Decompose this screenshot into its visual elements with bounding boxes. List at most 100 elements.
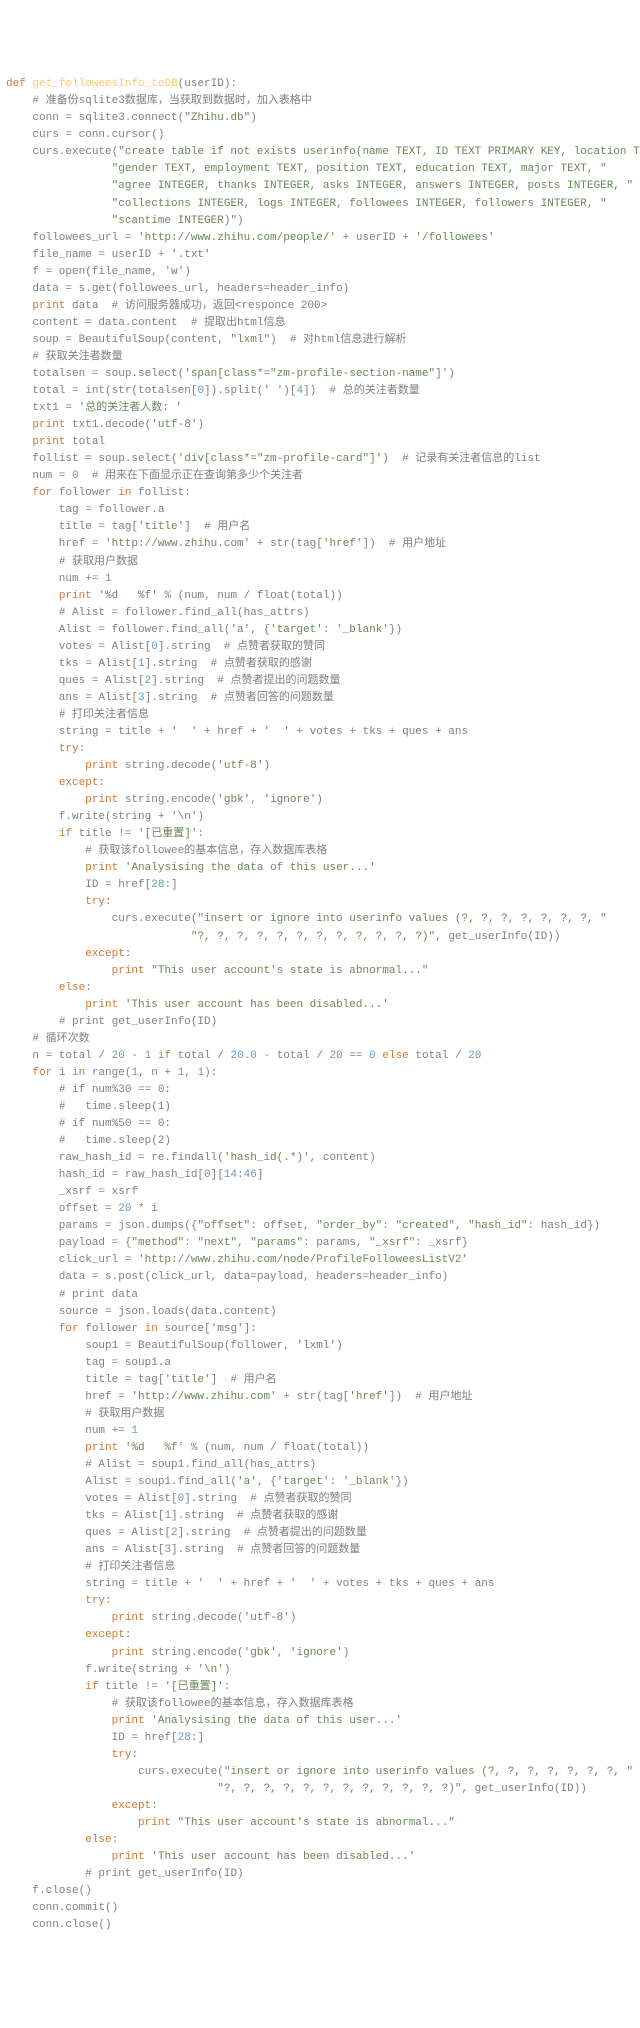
- code-line: for follower in source['msg']:: [6, 1321, 634, 1338]
- code-line: # if num%50 == 0:: [6, 1116, 634, 1133]
- code-line: print data # 访问服务器成功，返回<responce 200>: [6, 298, 634, 315]
- code-line: offset = 20 * i: [6, 1201, 634, 1218]
- code-line: except:: [6, 775, 634, 792]
- code-line: "collections INTEGER, logs INTEGER, foll…: [6, 196, 634, 213]
- code-line: def get_followeesInfo_toDB(userID):: [6, 76, 634, 93]
- code-line: try:: [6, 1593, 634, 1610]
- code-line: tag = soup1.a: [6, 1355, 634, 1372]
- code-line: payload = {"method": "next", "params": p…: [6, 1235, 634, 1252]
- code-line: soup1 = BeautifulSoup(follower, 'lxml'): [6, 1338, 634, 1355]
- code-line: if title != '[已重置]':: [6, 1679, 634, 1696]
- code-line: # 获取该followee的基本信息，存入数据库表格: [6, 843, 634, 860]
- code-line: content = data.content # 提取出html信息: [6, 315, 634, 332]
- code-line: ID = href[28:]: [6, 1730, 634, 1747]
- code-line: totalsen = soup.select('span[class*="zm-…: [6, 366, 634, 383]
- code-line: print '%d %f' % (num, num / float(total)…: [6, 588, 634, 605]
- code-line: print total: [6, 434, 634, 451]
- code-line: raw_hash_id = re.findall('hash_id(.*)', …: [6, 1150, 634, 1167]
- code-line: # time.sleep(2): [6, 1133, 634, 1150]
- code-line: soup = BeautifulSoup(content, "lxml") # …: [6, 332, 634, 349]
- code-line: except:: [6, 1627, 634, 1644]
- code-line: followees_url = 'http://www.zhihu.com/pe…: [6, 230, 634, 247]
- code-line: # 获取用户数据: [6, 1406, 634, 1423]
- code-line: # 获取用户数据: [6, 554, 634, 571]
- code-line: num += 1: [6, 571, 634, 588]
- code-line: n = total / 20 - 1 if total / 20.0 - tot…: [6, 1048, 634, 1065]
- code-line: votes = Alist[0].string # 点赞者获取的赞同: [6, 1491, 634, 1508]
- code-line: conn.commit(): [6, 1900, 634, 1917]
- code-line: # time.sleep(1): [6, 1099, 634, 1116]
- code-line: try:: [6, 1747, 634, 1764]
- code-line: print 'Analysising the data of this user…: [6, 860, 634, 877]
- code-line: # 打印关注者信息: [6, 1559, 634, 1576]
- code-line: _xsrf = xsrf: [6, 1184, 634, 1201]
- code-line: print string.decode('utf-8'): [6, 758, 634, 775]
- code-line: ID = href[28:]: [6, 877, 634, 894]
- code-line: # print data: [6, 1287, 634, 1304]
- code-line: ques = Alist[2].string # 点赞者提出的问题数量: [6, 1525, 634, 1542]
- code-line: Alist = follower.find_all('a', {'target'…: [6, 622, 634, 639]
- code-line: ques = Alist[2].string # 点赞者提出的问题数量: [6, 673, 634, 690]
- code-line: # print get_userInfo(ID): [6, 1014, 634, 1031]
- code-line: f.write(string + '\n'): [6, 1662, 634, 1679]
- code-line: click_url = 'http://www.zhihu.com/node/P…: [6, 1252, 634, 1269]
- code-line: print 'Analysising the data of this user…: [6, 1713, 634, 1730]
- code-line: # 获取关注者数量: [6, 349, 634, 366]
- code-block: def get_followeesInfo_toDB(userID): # 准备…: [6, 76, 634, 1934]
- code-line: # 循环次数: [6, 1031, 634, 1048]
- code-line: # 准备份sqlite3数据库，当获取到数据时，加入表格中: [6, 93, 634, 110]
- code-line: else:: [6, 1832, 634, 1849]
- code-line: for i in range(1, n + 1, 1):: [6, 1065, 634, 1082]
- code-line: votes = Alist[0].string # 点赞者获取的赞同: [6, 639, 634, 656]
- code-line: curs.execute("insert or ignore into user…: [6, 1764, 634, 1781]
- code-line: print "This user account's state is abno…: [6, 963, 634, 980]
- code-line: href = 'http://www.zhihu.com' + str(tag[…: [6, 536, 634, 553]
- code-line: "agree INTEGER, thanks INTEGER, asks INT…: [6, 178, 634, 195]
- code-line: title = tag['title'] # 用户名: [6, 519, 634, 536]
- code-line: print string.encode('gbk', 'ignore'): [6, 1645, 634, 1662]
- code-line: f.write(string + '\n'): [6, 809, 634, 826]
- code-line: follist = soup.select('div[class*="zm-pr…: [6, 451, 634, 468]
- code-line: # Alist = soup1.find_all(has_attrs): [6, 1457, 634, 1474]
- code-line: print '%d %f' % (num, num / float(total)…: [6, 1440, 634, 1457]
- code-line: print "This user account's state is abno…: [6, 1815, 634, 1832]
- code-line: title = tag['title'] # 用户名: [6, 1372, 634, 1389]
- code-line: params = json.dumps({"offset": offset, "…: [6, 1218, 634, 1235]
- code-line: num += 1: [6, 1423, 634, 1440]
- code-line: else:: [6, 980, 634, 997]
- code-line: hash_id = raw_hash_id[0][14:46]: [6, 1167, 634, 1184]
- code-line: curs.execute("insert or ignore into user…: [6, 911, 634, 928]
- code-line: string = title + ' ' + href + ' ' + vote…: [6, 1576, 634, 1593]
- code-line: print string.decode('utf-8'): [6, 1610, 634, 1627]
- code-line: "?, ?, ?, ?, ?, ?, ?, ?, ?, ?, ?, ?)", g…: [6, 1781, 634, 1798]
- code-line: data = s.post(click_url, data=payload, h…: [6, 1269, 634, 1286]
- code-line: file_name = userID + '.txt': [6, 247, 634, 264]
- code-line: print 'This user account has been disabl…: [6, 997, 634, 1014]
- code-line: href = 'http://www.zhihu.com' + str(tag[…: [6, 1389, 634, 1406]
- code-line: tks = Alist[1].string # 点赞者获取的感谢: [6, 1508, 634, 1525]
- code-line: curs = conn.cursor(): [6, 127, 634, 144]
- code-line: try:: [6, 894, 634, 911]
- code-line: data = s.get(followees_url, headers=head…: [6, 281, 634, 298]
- code-line: for follower in follist:: [6, 485, 634, 502]
- code-line: except:: [6, 946, 634, 963]
- code-line: ans = Alist[3].string # 点赞者回答的问题数量: [6, 1542, 634, 1559]
- code-line: # 获取该followee的基本信息，存入数据库表格: [6, 1696, 634, 1713]
- code-line: num = 0 # 用来在下面显示正在查询第多少个关注者: [6, 468, 634, 485]
- code-line: conn = sqlite3.connect("Zhihu.db"): [6, 110, 634, 127]
- code-line: Alist = soup1.find_all('a', {'target': '…: [6, 1474, 634, 1491]
- code-line: # if num%30 == 0:: [6, 1082, 634, 1099]
- code-line: "gender TEXT, employment TEXT, position …: [6, 161, 634, 178]
- code-line: total = int(str(totalsen[0]).split(' ')[…: [6, 383, 634, 400]
- code-line: source = json.loads(data.content): [6, 1304, 634, 1321]
- code-line: "?, ?, ?, ?, ?, ?, ?, ?, ?, ?, ?, ?)", g…: [6, 929, 634, 946]
- code-line: curs.execute("create table if not exists…: [6, 144, 634, 161]
- code-line: txt1 = '总的关注者人数: ': [6, 400, 634, 417]
- code-line: string = title + ' ' + href + ' ' + vote…: [6, 724, 634, 741]
- code-line: ans = Alist[3].string # 点赞者回答的问题数量: [6, 690, 634, 707]
- code-line: f.close(): [6, 1883, 634, 1900]
- code-line: conn.close(): [6, 1917, 634, 1934]
- code-line: "scantime INTEGER)"): [6, 213, 634, 230]
- code-line: # print get_userInfo(ID): [6, 1866, 634, 1883]
- code-line: print string.encode('gbk', 'ignore'): [6, 792, 634, 809]
